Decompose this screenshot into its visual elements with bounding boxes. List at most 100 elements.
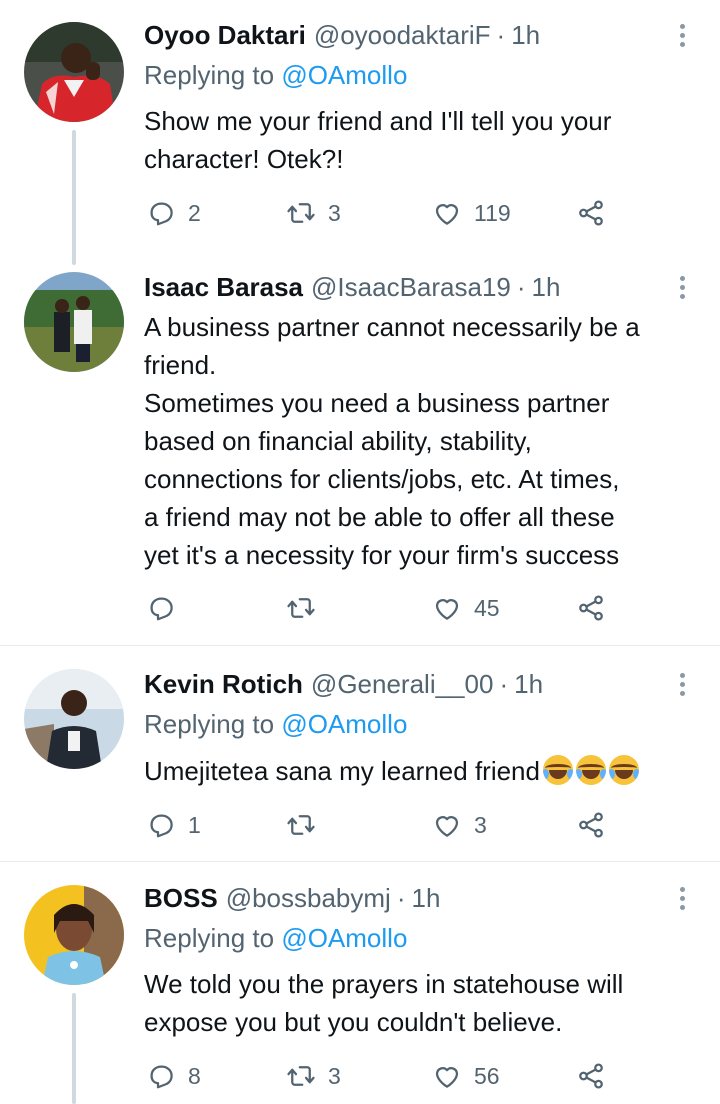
separator-dot: · — [516, 272, 526, 302]
text-line: expose you but you couldn't believe. — [144, 1007, 563, 1037]
user-handle[interactable]: @oyoodaktariF — [314, 20, 491, 51]
replying-to-label: Replying to — [144, 709, 282, 739]
retweet-icon — [287, 815, 315, 835]
heart-icon — [435, 816, 459, 837]
timestamp[interactable]: 1h — [511, 20, 540, 51]
like-button[interactable]: 119 — [432, 196, 511, 230]
replying-to-label: Replying to — [144, 923, 282, 953]
separator-dot: · — [396, 883, 406, 913]
like-count: 56 — [474, 1062, 500, 1089]
tweet-text: We told you the prayers in statehouse wi… — [144, 965, 704, 1041]
retweet-count: 3 — [328, 1062, 341, 1089]
share-button[interactable] — [576, 591, 606, 625]
text-line: a friend may not be able to offer all th… — [144, 502, 615, 532]
timestamp[interactable]: 1h — [514, 669, 543, 700]
timestamp[interactable]: 1h — [412, 883, 441, 914]
reply-button[interactable]: 2 — [146, 196, 201, 230]
display-name[interactable]: BOSS — [144, 883, 218, 914]
reply-icon — [150, 597, 173, 621]
tweet-header: BOSS @bossbabymj · 1h — [144, 883, 440, 915]
avatar[interactable] — [24, 22, 124, 122]
display-name[interactable]: Isaac Barasa — [144, 272, 303, 303]
tears-of-joy-emoji — [542, 755, 573, 785]
share-icon — [579, 595, 603, 621]
tweet-text: Show me your friend and I'll tell you yo… — [144, 102, 704, 178]
divider — [0, 861, 720, 862]
like-button[interactable]: 56 — [432, 1059, 500, 1093]
tears-of-joy-emoji — [608, 755, 639, 785]
thread-line — [72, 993, 76, 1104]
retweet-button[interactable]: 3 — [286, 1059, 341, 1093]
mention-link[interactable]: @OAmollo — [281, 923, 407, 953]
avatar[interactable] — [24, 885, 124, 985]
text-line: Show me your friend and I'll tell you yo… — [144, 106, 612, 136]
retweet-button[interactable]: 3 — [286, 196, 341, 230]
more-options-icon[interactable] — [676, 671, 688, 699]
like-count: 3 — [474, 811, 487, 838]
share-icon — [579, 812, 603, 838]
text-line: A business partner cannot necessarily be… — [144, 312, 640, 342]
share-button[interactable] — [576, 808, 606, 842]
thread-line — [72, 130, 76, 265]
user-handle[interactable]: @Generali__00 — [311, 669, 494, 700]
text-line: Sometimes you need a business partner — [144, 388, 610, 418]
like-button[interactable]: 3 — [432, 808, 487, 842]
tears-of-joy-emoji — [575, 755, 606, 785]
display-name[interactable]: Oyoo Daktari — [144, 20, 306, 51]
text-line: character! Otek?! — [144, 144, 344, 174]
share-button[interactable] — [576, 1059, 606, 1093]
action-bar: 1 3 — [144, 808, 624, 842]
like-count: 119 — [474, 199, 511, 226]
separator-dot: · — [496, 20, 506, 50]
user-handle[interactable]: @IsaacBarasa19 — [311, 272, 511, 303]
more-options-icon[interactable] — [676, 885, 688, 913]
display-name[interactable]: Kevin Rotich — [144, 669, 303, 700]
replying-to: Replying to @OAmollo — [144, 923, 407, 954]
text-content: Umejitetea sana my learned friend — [144, 756, 540, 786]
text-line: friend. — [144, 350, 217, 380]
retweet-icon — [287, 598, 315, 618]
reply-button[interactable] — [146, 591, 188, 625]
user-handle[interactable]: @bossbabymj — [226, 883, 391, 914]
reply-button[interactable]: 8 — [146, 1059, 201, 1093]
timestamp[interactable]: 1h — [532, 272, 561, 303]
replying-to: Replying to @OAmollo — [144, 709, 407, 740]
action-bar: 8 3 56 — [144, 1059, 624, 1093]
share-icon — [579, 1063, 603, 1089]
retweet-icon — [287, 203, 315, 223]
tweet-header: Isaac Barasa @IsaacBarasa19 · 1h — [144, 272, 560, 304]
share-button[interactable] — [576, 196, 606, 230]
tweet-header: Oyoo Daktari @oyoodaktariF · 1h — [144, 20, 540, 52]
replying-to-label: Replying to — [144, 60, 282, 90]
reply-button[interactable]: 1 — [146, 808, 201, 842]
avatar[interactable] — [24, 669, 124, 769]
heart-icon — [435, 204, 459, 225]
reply-icon — [150, 814, 173, 838]
mention-link[interactable]: @OAmollo — [281, 60, 407, 90]
action-bar: 45 — [144, 591, 624, 625]
like-count: 45 — [474, 594, 500, 621]
more-options-icon[interactable] — [676, 22, 688, 50]
retweet-button[interactable] — [286, 591, 328, 625]
text-line: based on financial ability, stability, — [144, 426, 532, 456]
retweet-button[interactable] — [286, 808, 328, 842]
reply-count: 2 — [188, 199, 201, 226]
text-line: We told you the prayers in statehouse wi… — [144, 969, 624, 999]
divider — [0, 645, 720, 646]
text-line: Umejitetea sana my learned friend — [144, 752, 704, 790]
more-options-icon[interactable] — [676, 274, 688, 302]
reply-count: 8 — [188, 1062, 201, 1089]
tweet-text: A business partner cannot necessarily be… — [144, 308, 704, 574]
mention-link[interactable]: @OAmollo — [281, 709, 407, 739]
text-line: yet it's a necessity for your firm's suc… — [144, 540, 620, 570]
avatar[interactable] — [24, 272, 124, 372]
retweet-count: 3 — [328, 199, 341, 226]
reply-count: 1 — [188, 811, 201, 838]
text-line: connections for clients/jobs, etc. At ti… — [144, 464, 620, 494]
retweet-icon — [287, 1066, 315, 1086]
heart-icon — [435, 599, 459, 620]
share-icon — [579, 200, 603, 226]
replying-to: Replying to @OAmollo — [144, 60, 407, 91]
tweet-header: Kevin Rotich @Generali__00 · 1h — [144, 669, 543, 701]
like-button[interactable]: 45 — [432, 591, 500, 625]
